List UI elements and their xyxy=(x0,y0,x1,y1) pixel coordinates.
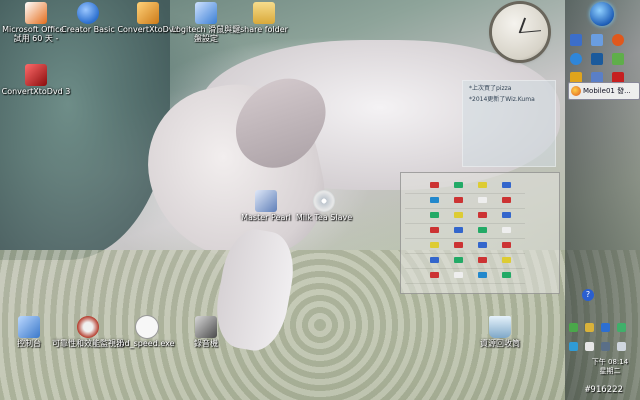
desktop-icon-label: ConvertXtoDvd 3 xyxy=(1,87,71,96)
ie-icon[interactable] xyxy=(570,53,582,65)
logitech-icon xyxy=(195,2,217,24)
start-button[interactable] xyxy=(590,2,614,26)
table-row xyxy=(405,193,525,209)
table-row xyxy=(405,253,525,269)
desktop-icon-share-folder[interactable]: share folder xyxy=(228,2,300,34)
clock-time: 下午 08:14 xyxy=(591,358,629,366)
table-row xyxy=(405,208,525,224)
system-tray xyxy=(568,318,638,358)
desktop-icon-recorder[interactable]: 錄音機 xyxy=(170,316,242,348)
table-row xyxy=(405,238,525,254)
recycle-bin-icon xyxy=(489,316,511,338)
schedule-gadget[interactable] xyxy=(400,172,560,294)
gauge-icon xyxy=(77,316,99,338)
note-line: *2014更新了Wiz.Kuma xyxy=(469,96,535,103)
volume-icon[interactable] xyxy=(617,342,627,351)
disc-icon xyxy=(313,190,335,212)
firefox-icon xyxy=(571,86,581,96)
table-row xyxy=(405,179,525,194)
desktop-icon-recycle-bin[interactable]: 資源回收筒 xyxy=(464,316,536,348)
media-player-icon[interactable] xyxy=(591,53,604,65)
folder-icon xyxy=(253,2,275,24)
clock-minute-hand xyxy=(519,30,542,34)
clock-gadget[interactable] xyxy=(492,4,548,60)
monitor-icon[interactable] xyxy=(601,342,611,351)
help-icon[interactable]: ? xyxy=(582,289,594,301)
convertxtodvd3-icon xyxy=(25,64,47,86)
desktop-icon-label: 錄音機 xyxy=(194,339,218,348)
messenger-icon[interactable] xyxy=(612,53,625,65)
desktop-icon-label: Milk Tea Slave xyxy=(295,213,353,222)
note-line: *上次買了pizza xyxy=(469,85,512,92)
quick-launch xyxy=(568,32,640,84)
convertxtodvd-icon xyxy=(137,2,159,24)
watermark: #916222 xyxy=(585,385,623,395)
taskbar-clock[interactable]: 下午 08:14 星期二 xyxy=(580,358,640,376)
schedule-table xyxy=(405,179,525,284)
table-row xyxy=(405,268,525,284)
task-button-label: Mobile01 發... xyxy=(583,87,631,95)
hd-speed-icon xyxy=(136,316,158,338)
table-row xyxy=(405,223,525,239)
switch-windows-icon[interactable] xyxy=(591,34,604,46)
microphone-icon xyxy=(195,316,217,338)
desktop-icon-convertxtodvd3[interactable]: ConvertXtoDvd 3 xyxy=(0,64,72,96)
firefox-icon[interactable] xyxy=(612,34,625,46)
bluetooth-icon[interactable] xyxy=(601,323,611,332)
update-icon[interactable] xyxy=(569,342,578,351)
task-button-mobile01[interactable]: Mobile01 發... xyxy=(568,82,640,100)
desktop-icon-label: share folder xyxy=(240,25,288,34)
microsoft-office-icon xyxy=(25,2,47,24)
shortcut-icon xyxy=(255,190,277,212)
desktop-icon-label: 資源回收筒 xyxy=(480,339,520,348)
desktop-icon-milk-tea-slave[interactable]: Milk Tea Slave xyxy=(288,190,360,222)
control-panel-icon xyxy=(18,316,40,338)
cloud-icon[interactable] xyxy=(585,342,595,351)
network-icon[interactable] xyxy=(569,323,578,332)
notes-gadget[interactable]: *上次買了pizza *2014更新了Wiz.Kuma xyxy=(462,80,556,167)
show-desktop-icon[interactable] xyxy=(570,34,582,46)
antivirus-icon[interactable] xyxy=(617,323,627,332)
shield-icon[interactable] xyxy=(585,323,595,332)
clock-day: 星期二 xyxy=(599,367,621,375)
creator-basic-icon xyxy=(77,2,99,24)
